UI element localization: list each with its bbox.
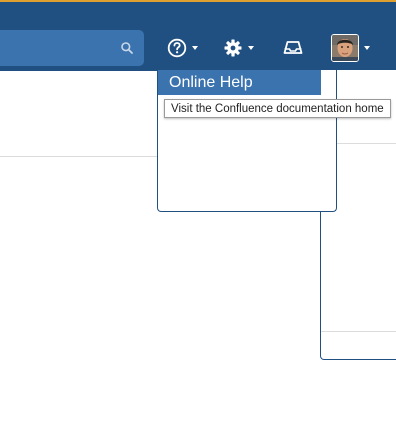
help-menu-button[interactable]: [167, 32, 198, 64]
chevron-down-icon: [248, 46, 254, 50]
settings-menu-button[interactable]: [223, 32, 254, 64]
help-icon: [167, 38, 187, 58]
online-help-menu-item[interactable]: Online Help: [158, 70, 321, 95]
search-icon: [121, 42, 133, 54]
search-input[interactable]: [0, 30, 144, 66]
user-avatar: [331, 34, 359, 62]
tooltip: Visit the Confluence documentation home: [164, 99, 391, 118]
panel-divider: [321, 331, 396, 332]
notifications-button[interactable]: [283, 32, 303, 64]
help-dropdown-menu: Online Help: [157, 70, 337, 212]
inbox-icon: [283, 41, 303, 54]
top-navigation-bar: [0, 0, 396, 71]
content-divider: [0, 156, 158, 157]
chevron-down-icon: [192, 46, 198, 50]
user-menu-button[interactable]: [331, 32, 370, 64]
chevron-down-icon: [364, 46, 370, 50]
gear-icon: [224, 39, 242, 57]
